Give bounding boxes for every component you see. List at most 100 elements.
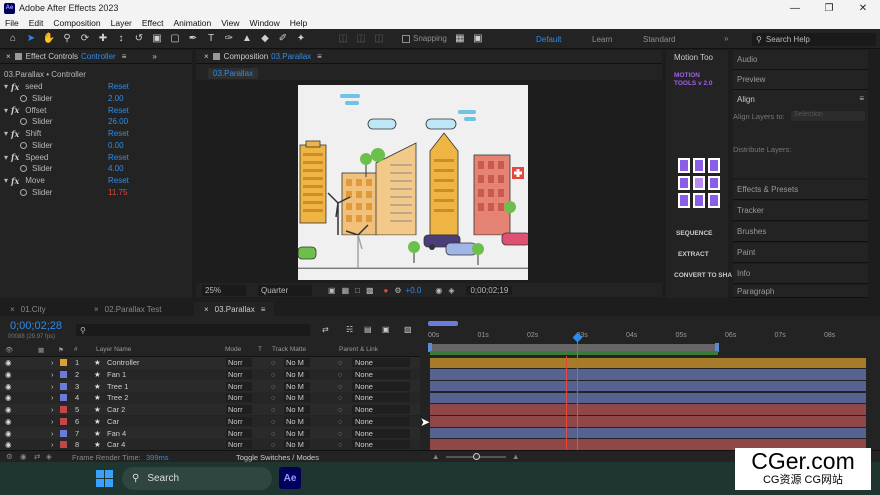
timeline-zoom-thumb[interactable]: [473, 453, 480, 460]
expand-layer-icon[interactable]: ›: [51, 382, 54, 391]
effect-row[interactable]: ▾ fx Offset Reset: [4, 105, 180, 116]
paint-panel[interactable]: Paint: [733, 243, 868, 263]
mode-dropdown[interactable]: Norr: [226, 428, 252, 438]
eye-icon[interactable]: ◉: [5, 440, 12, 449]
label-color-swatch[interactable]: [60, 382, 67, 390]
anchor-grid[interactable]: [678, 158, 722, 208]
disclosure-icon[interactable]: ▾: [4, 106, 8, 115]
layer-row[interactable]: ◉ › 3 ★ Tree 1 Norr ◌ No M ◌ None: [0, 380, 420, 393]
parent-dropdown[interactable]: None: [352, 405, 410, 415]
grid-overlay-icon[interactable]: ▩: [366, 286, 374, 295]
rotation-tool-icon[interactable]: ↺: [132, 32, 146, 46]
dolly-camera-icon[interactable]: ↕: [114, 32, 128, 46]
zoom-tool-icon[interactable]: ⚲: [60, 32, 74, 46]
parent-pickwhip-icon[interactable]: ◌: [338, 382, 342, 391]
composition-canvas[interactable]: [298, 85, 528, 280]
anchor-btn-4[interactable]: [678, 175, 690, 191]
stopwatch-icon[interactable]: [20, 94, 27, 102]
timeline-tab-03-parallax[interactable]: × 03.Parallax ≡: [194, 302, 274, 316]
close-comp-tab-icon[interactable]: ×: [204, 52, 209, 61]
column-layer-name[interactable]: Layer Name: [96, 346, 131, 353]
snapping-checkbox[interactable]: [402, 34, 410, 43]
pen-tool-icon[interactable]: ✒: [186, 32, 200, 46]
stopwatch-icon[interactable]: [20, 165, 27, 172]
taskbar-search[interactable]: ⚲ Search: [122, 467, 272, 490]
menu-composition[interactable]: Composition: [53, 18, 100, 28]
track-matte-icon[interactable]: ◌: [271, 405, 275, 414]
transparency-grid-icon[interactable]: ▦: [342, 286, 350, 295]
mask-visibility-icon[interactable]: □: [355, 286, 360, 295]
toggle-switches-modes[interactable]: Toggle Switches / Modes: [236, 453, 319, 462]
layer-row[interactable]: ◉ › 1 ★ Controller Norr ◌ No M ◌ None: [0, 357, 420, 369]
zoom-in-icon[interactable]: ▲: [512, 452, 519, 461]
expand-layer-icon[interactable]: ›: [51, 393, 54, 402]
mode-dropdown[interactable]: Norr: [226, 393, 252, 403]
reset-button[interactable]: Reset: [108, 82, 129, 91]
slider-value[interactable]: 11.75: [108, 188, 127, 197]
exposure-value[interactable]: +0.0: [406, 286, 422, 295]
parent-pickwhip-icon[interactable]: ◌: [338, 417, 342, 426]
taskbar-after-effects-icon[interactable]: Ae: [279, 467, 301, 489]
parent-dropdown[interactable]: None: [352, 416, 410, 426]
eye-icon[interactable]: ◉: [5, 393, 12, 402]
label-color-swatch[interactable]: [60, 417, 67, 425]
pan-camera-icon[interactable]: ✚: [96, 32, 110, 46]
frame-blending-icon[interactable]: ▣: [382, 325, 390, 334]
menu-help[interactable]: Help: [290, 18, 307, 28]
layer-name[interactable]: Controller: [107, 358, 140, 367]
expand-panels-icon[interactable]: »: [152, 52, 156, 61]
zoom-out-icon[interactable]: ▲: [432, 452, 439, 461]
eraser-tool-icon[interactable]: ◆: [258, 32, 272, 46]
align-target-dropdown[interactable]: Selection: [791, 111, 865, 121]
eye-icon[interactable]: ◉: [5, 429, 12, 438]
clone-stamp-icon[interactable]: ▲: [240, 32, 254, 46]
snapshot-icon[interactable]: ◉: [435, 286, 442, 295]
expand-layer-icon[interactable]: ›: [51, 370, 54, 379]
render-toggle-icon[interactable]: ⚙: [6, 452, 13, 461]
effects-presets-panel[interactable]: Effects & Presets: [733, 180, 868, 200]
reset-button[interactable]: Reset: [108, 129, 129, 138]
draft-3d-icon[interactable]: ☵: [346, 325, 353, 334]
timeline-tab-02-parallax-test[interactable]: × 02.Parallax Test: [84, 302, 194, 316]
eye-icon[interactable]: ◉: [5, 417, 12, 426]
snap-options-icon[interactable]: ▦: [453, 32, 467, 46]
slider-value[interactable]: 0.00: [108, 141, 124, 150]
exposure-reset-icon[interactable]: ⚙: [394, 286, 401, 295]
slider-value[interactable]: 2.00: [108, 94, 124, 103]
mode-dropdown[interactable]: Norr: [226, 405, 252, 415]
workspace-default[interactable]: Default: [536, 35, 561, 44]
parent-dropdown[interactable]: None: [352, 428, 410, 438]
track-matte-dropdown[interactable]: No M: [284, 393, 310, 403]
effect-row[interactable]: ▾ fx seed Reset: [4, 81, 180, 92]
motion-tools-tab[interactable]: Motion Too: [674, 53, 713, 62]
close-tab-icon[interactable]: ×: [6, 52, 11, 61]
composition-tab-name[interactable]: 03.Parallax: [271, 52, 311, 61]
slider-value[interactable]: 4.00: [108, 164, 124, 173]
roto-brush-icon[interactable]: ✐: [276, 32, 290, 46]
layer-duration-bar[interactable]: [430, 404, 866, 415]
tracker-panel[interactable]: Tracker: [733, 201, 868, 221]
disclosure-icon[interactable]: ▾: [4, 82, 8, 91]
layer-name[interactable]: Tree 2: [107, 393, 128, 402]
align-menu-icon[interactable]: ≡: [859, 94, 864, 103]
eye-icon[interactable]: ◉: [5, 358, 12, 367]
slider-value[interactable]: 26.00: [108, 117, 128, 126]
mode-dropdown[interactable]: Norr: [226, 358, 252, 368]
layer-name[interactable]: Fan 4: [107, 429, 126, 438]
maximize-icon[interactable]: ❐: [812, 0, 846, 16]
axis-view-icon[interactable]: ◫: [372, 32, 386, 46]
show-snapshot-icon[interactable]: ◈: [448, 286, 454, 295]
zoom-navigator[interactable]: [428, 321, 458, 326]
parent-pickwhip-icon[interactable]: ◌: [338, 370, 342, 379]
menu-edit[interactable]: Edit: [29, 18, 44, 28]
type-tool-icon[interactable]: T: [204, 32, 218, 46]
brushes-panel[interactable]: Brushes: [733, 222, 868, 242]
track-matte-icon[interactable]: ◌: [271, 440, 275, 449]
parent-pickwhip-icon[interactable]: ◌: [338, 393, 342, 402]
track-matte-icon[interactable]: ◌: [271, 358, 275, 367]
comp-flowchart-icon[interactable]: ⇄: [322, 325, 329, 334]
parent-dropdown[interactable]: None: [352, 381, 410, 391]
track-matte-dropdown[interactable]: No M: [284, 358, 310, 368]
composition-subtab[interactable]: 03.Parallax: [208, 68, 259, 79]
label-color-swatch[interactable]: [60, 441, 67, 449]
